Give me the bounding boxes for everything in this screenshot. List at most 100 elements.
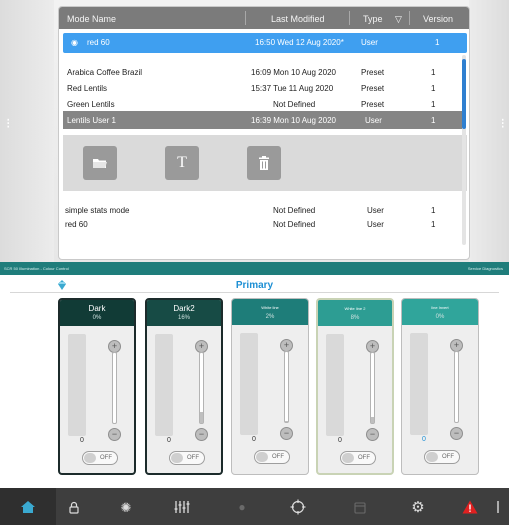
- mode-modified: 16:09 Mon 10 Aug 2020: [251, 68, 336, 77]
- column-header-name[interactable]: Mode Name: [67, 14, 116, 24]
- toggle-knob: [256, 452, 268, 462]
- list-item[interactable]: Red Lentils 15:37 Tue 11 Aug 2020 Preset…: [59, 79, 463, 95]
- fader-value: 0: [80, 437, 84, 444]
- mode-type: Preset: [361, 84, 385, 93]
- column-divider: [409, 11, 410, 25]
- decrease-button[interactable]: −: [450, 427, 463, 440]
- decrease-button[interactable]: −: [280, 427, 293, 440]
- fader-name: White line 2: [344, 306, 366, 311]
- mode-version: 1: [431, 68, 436, 77]
- level-rail[interactable]: [370, 352, 375, 424]
- toggle-knob: [342, 453, 354, 463]
- mode-version: 1: [431, 84, 436, 93]
- title-bar: SCR 50 Illumination - Colour Control Ser…: [0, 262, 509, 275]
- fader-card: White line 2 8% + − 0 OFF: [316, 298, 394, 475]
- list-scrollbar-thumb[interactable]: [462, 59, 466, 129]
- exit-button[interactable]: [496, 499, 506, 515]
- mode-version: 1: [431, 220, 436, 229]
- list-item[interactable]: Green Lentils Not Defined Preset 1: [59, 95, 463, 111]
- fader-card: Dark2 16% + − 0 OFF: [145, 298, 223, 475]
- toggle-label: OFF: [358, 455, 370, 461]
- fader-percent: 2%: [265, 314, 275, 320]
- list-item[interactable]: red 60 Not Defined User 1: [59, 215, 463, 231]
- level-rail[interactable]: [284, 351, 289, 423]
- column-divider: [245, 11, 246, 25]
- mode-modified: 16:50 Wed 12 Aug 2020*: [255, 38, 344, 47]
- fader-toggle[interactable]: OFF: [424, 450, 460, 464]
- level-rail[interactable]: [112, 352, 117, 424]
- column-divider: [349, 11, 350, 25]
- calendar-icon: [354, 501, 366, 514]
- level-rail[interactable]: [199, 352, 204, 424]
- fader-card: line Invert 0% + − 0 OFF: [401, 298, 479, 475]
- mode-version: 1: [431, 116, 436, 125]
- sliders-button[interactable]: [174, 499, 190, 515]
- level-fill: [200, 411, 203, 423]
- calendar-button[interactable]: [352, 499, 368, 515]
- title-bar-right-text: Service Diagnostics: [467, 266, 503, 271]
- fader-name: Dark2: [173, 304, 195, 313]
- fader-header[interactable]: Dark 0%: [60, 300, 134, 326]
- mode-version: 1: [435, 38, 440, 47]
- fader-percent: 0%: [92, 315, 102, 321]
- decrease-button[interactable]: −: [195, 428, 208, 441]
- alarm-button[interactable]: [462, 499, 478, 515]
- open-folder-button[interactable]: [83, 146, 117, 180]
- settings-cog-button[interactable]: ✺: [118, 499, 134, 515]
- list-item-active[interactable]: Lentils User 1 16:39 Mon 10 Aug 2020 Use…: [63, 111, 463, 129]
- selected-mode-row[interactable]: ◉ red 60 16:50 Wed 12 Aug 2020* User 1: [63, 33, 467, 53]
- mode-modified: 15:37 Tue 11 Aug 2020: [251, 84, 334, 93]
- fader-track[interactable]: [326, 334, 344, 436]
- column-header-modified[interactable]: Last Modified: [271, 14, 325, 24]
- mode-type: User: [365, 116, 382, 125]
- fader-header[interactable]: Dark2 16%: [147, 300, 221, 326]
- toggle-knob: [426, 452, 438, 462]
- gear-button[interactable]: ⚙: [410, 499, 426, 515]
- toggle-knob: [171, 453, 183, 463]
- mode-type: Preset: [361, 100, 385, 109]
- delete-button[interactable]: [247, 146, 281, 180]
- fader-name: line Invert: [431, 305, 449, 310]
- decrease-button[interactable]: −: [108, 428, 121, 441]
- mode-name: red 60: [87, 38, 110, 47]
- mode-type: User: [367, 206, 384, 215]
- column-header-type[interactable]: Type: [363, 14, 383, 24]
- crosshair-button[interactable]: [290, 499, 306, 515]
- gear-icon: ⚙: [411, 498, 425, 516]
- fader-toggle[interactable]: OFF: [169, 451, 205, 465]
- column-header-version[interactable]: Version: [423, 14, 453, 24]
- lock-button[interactable]: [66, 499, 82, 515]
- mode-type: User: [367, 220, 384, 229]
- sliders-icon: [174, 501, 190, 513]
- lock-icon: [69, 501, 79, 514]
- fader-track[interactable]: [155, 334, 173, 436]
- mode-name: Red Lentils: [67, 84, 108, 93]
- rename-button[interactable]: T: [165, 146, 199, 180]
- home-icon: [21, 501, 35, 513]
- level-rail[interactable]: [454, 351, 459, 423]
- fader-header[interactable]: line Invert 0%: [402, 299, 478, 325]
- fader-toggle[interactable]: OFF: [340, 451, 376, 465]
- toggle-label: OFF: [100, 455, 112, 461]
- mode-name: Lentils User 1: [67, 116, 116, 125]
- fader-track[interactable]: [240, 333, 258, 435]
- title-bar-text: SCR 50 Illumination - Colour Control: [4, 266, 69, 271]
- home-button[interactable]: [20, 499, 36, 515]
- crosshair-icon: [290, 499, 306, 515]
- fader-toggle[interactable]: OFF: [82, 451, 118, 465]
- list-item[interactable]: Arabica Coffee Brazil 16:09 Mon 10 Aug 2…: [59, 63, 463, 79]
- dim-button[interactable]: ●: [234, 499, 250, 515]
- fader-header[interactable]: White line 2%: [232, 299, 308, 325]
- fader-header[interactable]: White line 2 8%: [318, 300, 392, 326]
- decrease-button[interactable]: −: [366, 428, 379, 441]
- fader-card: White line 2% + − 0 OFF: [231, 298, 309, 475]
- folder-open-icon: [93, 159, 107, 168]
- fader-value: 0: [167, 437, 171, 444]
- fader-track[interactable]: [410, 333, 428, 435]
- toggle-label: OFF: [442, 454, 454, 460]
- filter-icon[interactable]: ▽: [395, 14, 402, 25]
- fader-toggle[interactable]: OFF: [254, 450, 290, 464]
- toggle-knob: [84, 453, 96, 463]
- fader-track[interactable]: [68, 334, 86, 436]
- fader-name: Dark: [88, 304, 106, 313]
